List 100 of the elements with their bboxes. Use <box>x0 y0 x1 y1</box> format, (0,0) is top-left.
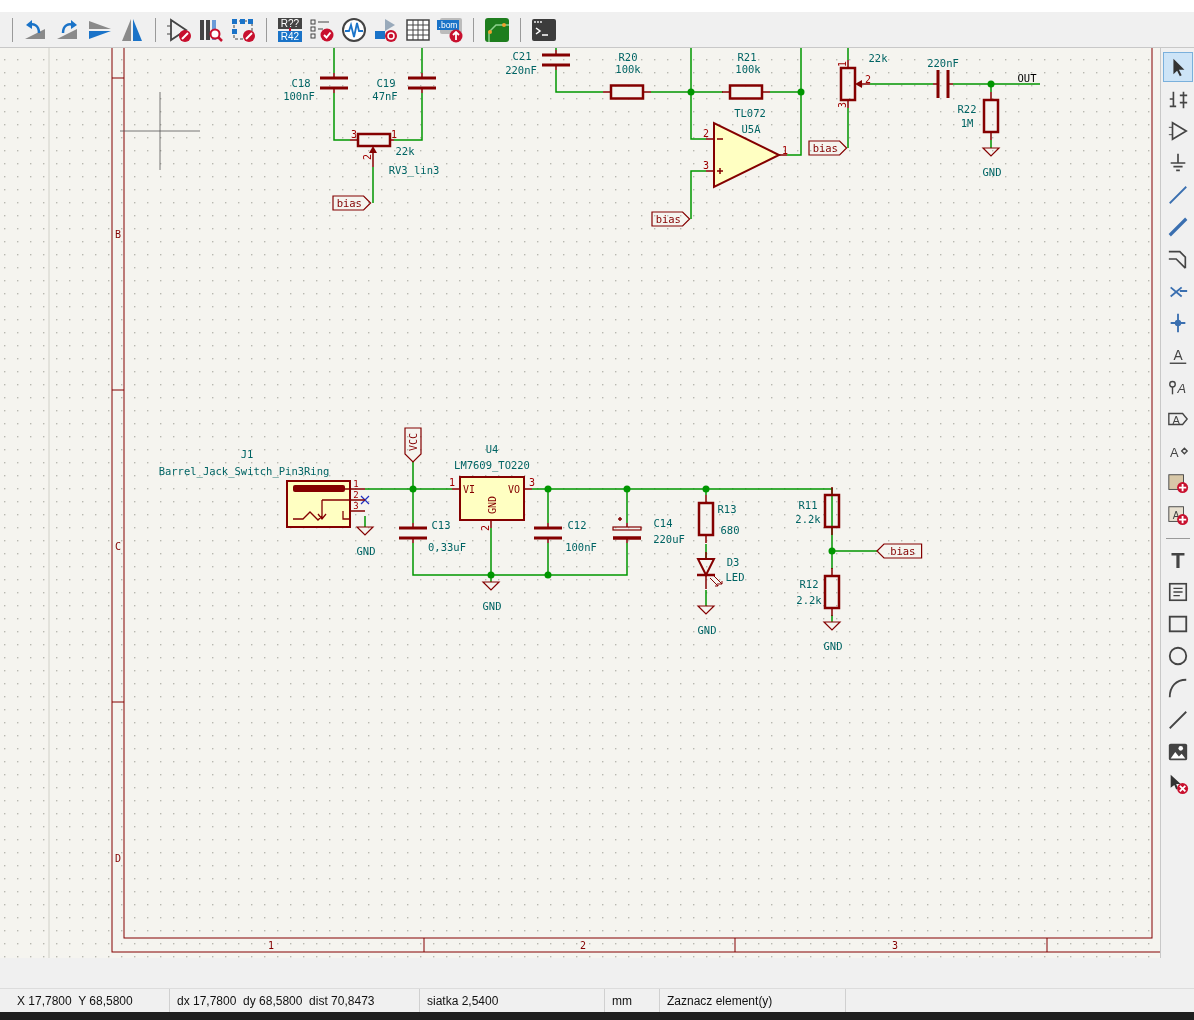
wire <box>847 48 849 61</box>
power-label: GND <box>697 624 717 636</box>
wire <box>421 48 423 74</box>
value-label: Barrel_Jack_Switch_Pin3Ring <box>158 465 330 477</box>
no-connect-mark <box>360 495 370 505</box>
capacitor-symbol <box>318 72 350 94</box>
polarized-capacitor-symbol <box>612 516 642 544</box>
sheet-column-label: 2 <box>580 939 586 951</box>
value-label: 220nF <box>927 57 959 69</box>
reference-label: C14 <box>653 517 673 529</box>
image-icon <box>1166 741 1189 763</box>
amplifier-icon <box>1166 120 1189 142</box>
power-label: GND <box>356 545 376 557</box>
sheet-column-label: 3 <box>892 939 898 951</box>
pin-number: 1 <box>782 144 788 156</box>
pin-number: 2 <box>361 154 373 160</box>
wire <box>869 83 934 85</box>
footprint-edit-icon[interactable] <box>230 16 256 43</box>
wire <box>690 170 707 220</box>
wire <box>705 589 707 607</box>
pin-number: 1 <box>353 479 359 489</box>
value-label: 100nF <box>283 90 315 102</box>
line-icon <box>1166 709 1189 731</box>
footprint-assign-icon[interactable] <box>373 16 399 43</box>
power-flag: VCC <box>404 427 422 463</box>
reference-label: RV3_lin3 <box>388 164 440 176</box>
pin-name: VO <box>508 483 520 495</box>
value-label: 0,33uF <box>428 541 466 553</box>
pin-number: 3 <box>529 476 535 488</box>
junction-dot <box>544 485 552 493</box>
value-label: 47nF <box>372 90 398 102</box>
ground-symbol <box>981 147 1001 157</box>
text-box-icon <box>1166 581 1189 603</box>
reference-label: U4 <box>485 443 499 455</box>
symbol-edit-icon[interactable] <box>166 16 192 43</box>
wire <box>555 69 604 93</box>
hierarchical-label: bias <box>876 543 923 559</box>
junction-dot <box>987 80 995 88</box>
reference-label: C21 <box>512 50 532 62</box>
net-label: OUT <box>1017 72 1037 84</box>
pointer-tool[interactable] <box>1162 52 1193 82</box>
terminal-icon[interactable] <box>531 16 557 43</box>
oscilloscope-icon[interactable] <box>341 16 367 43</box>
value-label: 22k <box>395 145 415 157</box>
pin-number: 3 <box>351 128 357 140</box>
resistor-symbol <box>823 567 841 617</box>
value-label: 220uF <box>653 533 685 545</box>
power-label: GND <box>823 640 843 652</box>
potentiometer-symbol <box>839 59 871 109</box>
reference-label: R12 <box>799 578 819 590</box>
arc-icon <box>1166 677 1189 699</box>
junction-dot <box>409 485 417 493</box>
potentiometer-symbol <box>349 132 395 168</box>
wire <box>831 614 833 623</box>
wire <box>333 92 351 141</box>
rectangle-icon <box>1166 613 1189 635</box>
ground-symbol <box>355 526 375 536</box>
reference-label: R22 <box>957 103 977 115</box>
bus-entry-icon <box>1166 248 1189 270</box>
reference-label: J1 <box>240 448 254 460</box>
reference-label: R13 <box>717 503 737 515</box>
reference-label: C19 <box>376 77 396 89</box>
sheet-column-label: 1 <box>268 939 274 951</box>
value-label: LM7609_TO220 <box>454 459 530 471</box>
value-label: 100nF <box>565 541 597 553</box>
resistor-symbol <box>823 486 841 536</box>
circuit-board-icon[interactable] <box>484 16 510 43</box>
resistor-symbol <box>982 91 1000 141</box>
checklist-icon[interactable] <box>309 16 335 43</box>
resistor-symbol <box>697 494 715 544</box>
wire <box>333 48 335 74</box>
capacitor-symbol <box>532 522 564 544</box>
value-label: 1M <box>960 117 974 129</box>
value-label: 100k <box>615 63 641 75</box>
junction-dot <box>487 571 495 579</box>
circle-icon <box>1166 645 1189 667</box>
junction-dot <box>623 485 631 493</box>
reference-label: R21 <box>737 51 757 63</box>
pin-number: 3 <box>353 501 359 511</box>
reference-label: D3 <box>726 556 740 568</box>
pin-number: 2 <box>703 127 709 139</box>
ground-symbol <box>696 605 716 615</box>
wire <box>847 107 849 149</box>
capacitor-symbol <box>540 49 572 71</box>
value-label: 220nF <box>505 64 537 76</box>
resistor-symbol <box>602 84 652 100</box>
table-icon[interactable] <box>405 16 431 43</box>
value-label: 100k <box>735 63 761 75</box>
pin-name: GND <box>486 495 498 515</box>
hierarchical-label: bias <box>332 195 372 211</box>
value-label: 2.2k <box>795 513 821 525</box>
junction-dot <box>544 571 552 579</box>
reference-label: R20 <box>618 51 638 63</box>
reference-label: C13 <box>431 519 451 531</box>
capacitor-symbol <box>406 72 438 94</box>
hierarchical-label: bias <box>808 140 848 156</box>
sheet-icon <box>1166 472 1189 494</box>
pin-number: 3 <box>836 102 848 108</box>
power-label: GND <box>982 166 1002 178</box>
sheet-row-label: D <box>115 852 121 864</box>
